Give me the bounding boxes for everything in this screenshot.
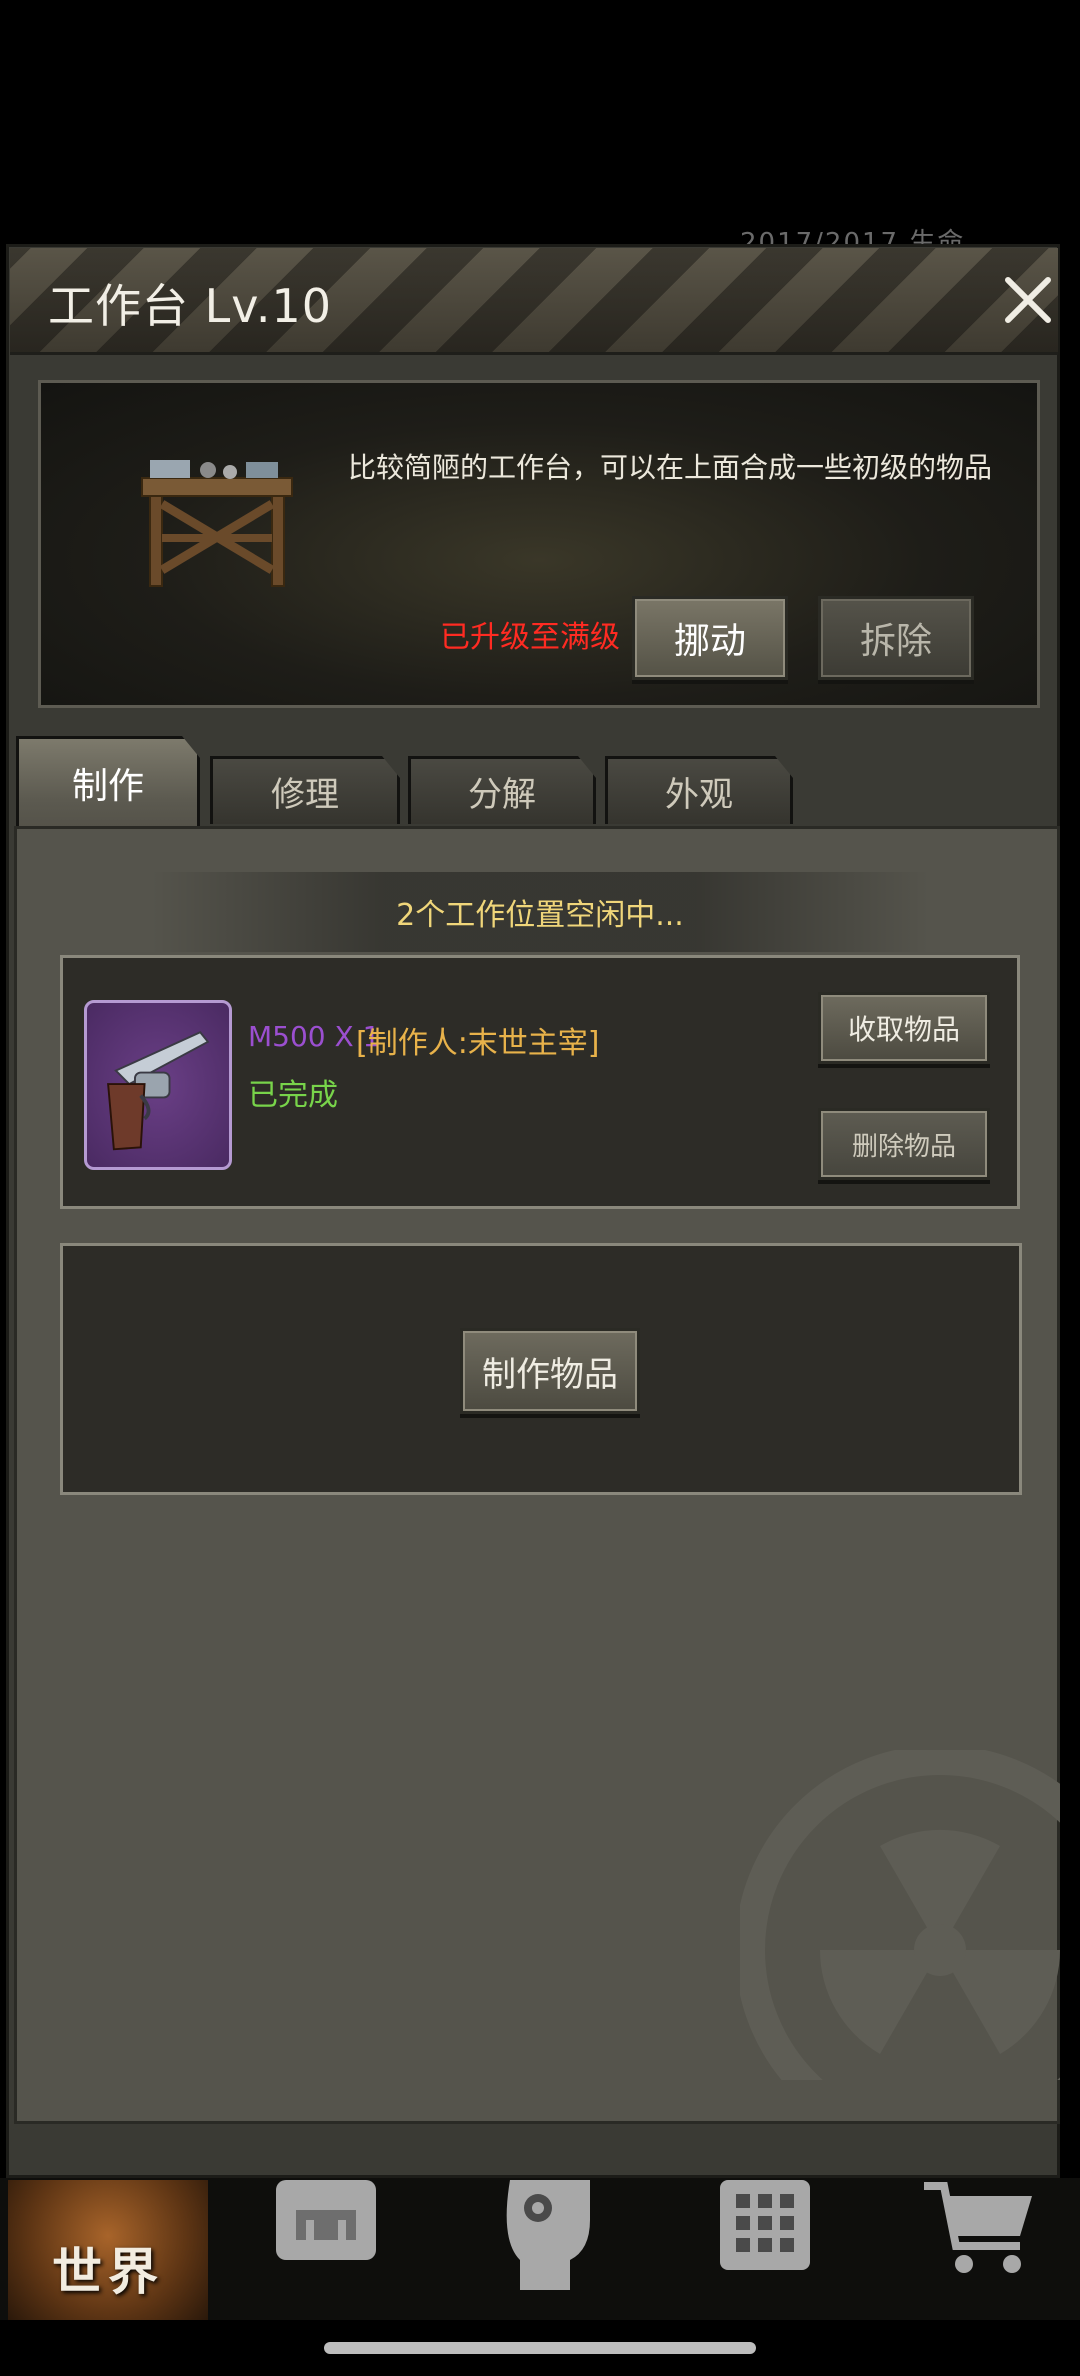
- tab-craft[interactable]: 制作: [16, 736, 200, 826]
- max-level-text: 已升级至满级: [440, 620, 620, 655]
- craft-item-button[interactable]: 制作物品: [460, 1328, 640, 1414]
- workbench-icon: [141, 460, 293, 587]
- close-icon[interactable]: [996, 268, 1060, 332]
- modal-title: 工作台 Lv.10: [48, 279, 333, 333]
- move-button[interactable]: 挪动: [632, 596, 788, 680]
- nav-world-label: 世界: [52, 2243, 164, 2301]
- home-indicator[interactable]: [324, 2342, 756, 2354]
- item-maker: [制作人:末世主宰]: [356, 1026, 600, 1061]
- calculator-icon[interactable]: [706, 2180, 826, 2290]
- radiation-watermark-icon: [740, 1750, 1060, 2080]
- tab-disassemble[interactable]: 分解: [408, 756, 596, 824]
- delete-item-button[interactable]: 删除物品: [818, 1108, 990, 1180]
- collect-item-button[interactable]: 收取物品: [818, 992, 990, 1064]
- dismantle-button[interactable]: 拆除: [818, 596, 974, 680]
- tab-repair[interactable]: 修理: [210, 756, 400, 824]
- head-gear-icon[interactable]: [490, 2180, 610, 2290]
- workbench-description: 比较简陋的工作台，可以在上面合成一些初级的物品: [348, 451, 993, 484]
- tab-appearance[interactable]: 外观: [605, 756, 793, 824]
- revolver-icon: [107, 1031, 210, 1151]
- item-icon-frame[interactable]: [84, 1000, 232, 1170]
- backpack-icon[interactable]: [266, 2180, 386, 2290]
- item-status: 已完成: [248, 1078, 338, 1113]
- slot-status-text: 2个工作位置空闲中...: [396, 898, 684, 933]
- cart-icon[interactable]: [920, 2180, 1040, 2290]
